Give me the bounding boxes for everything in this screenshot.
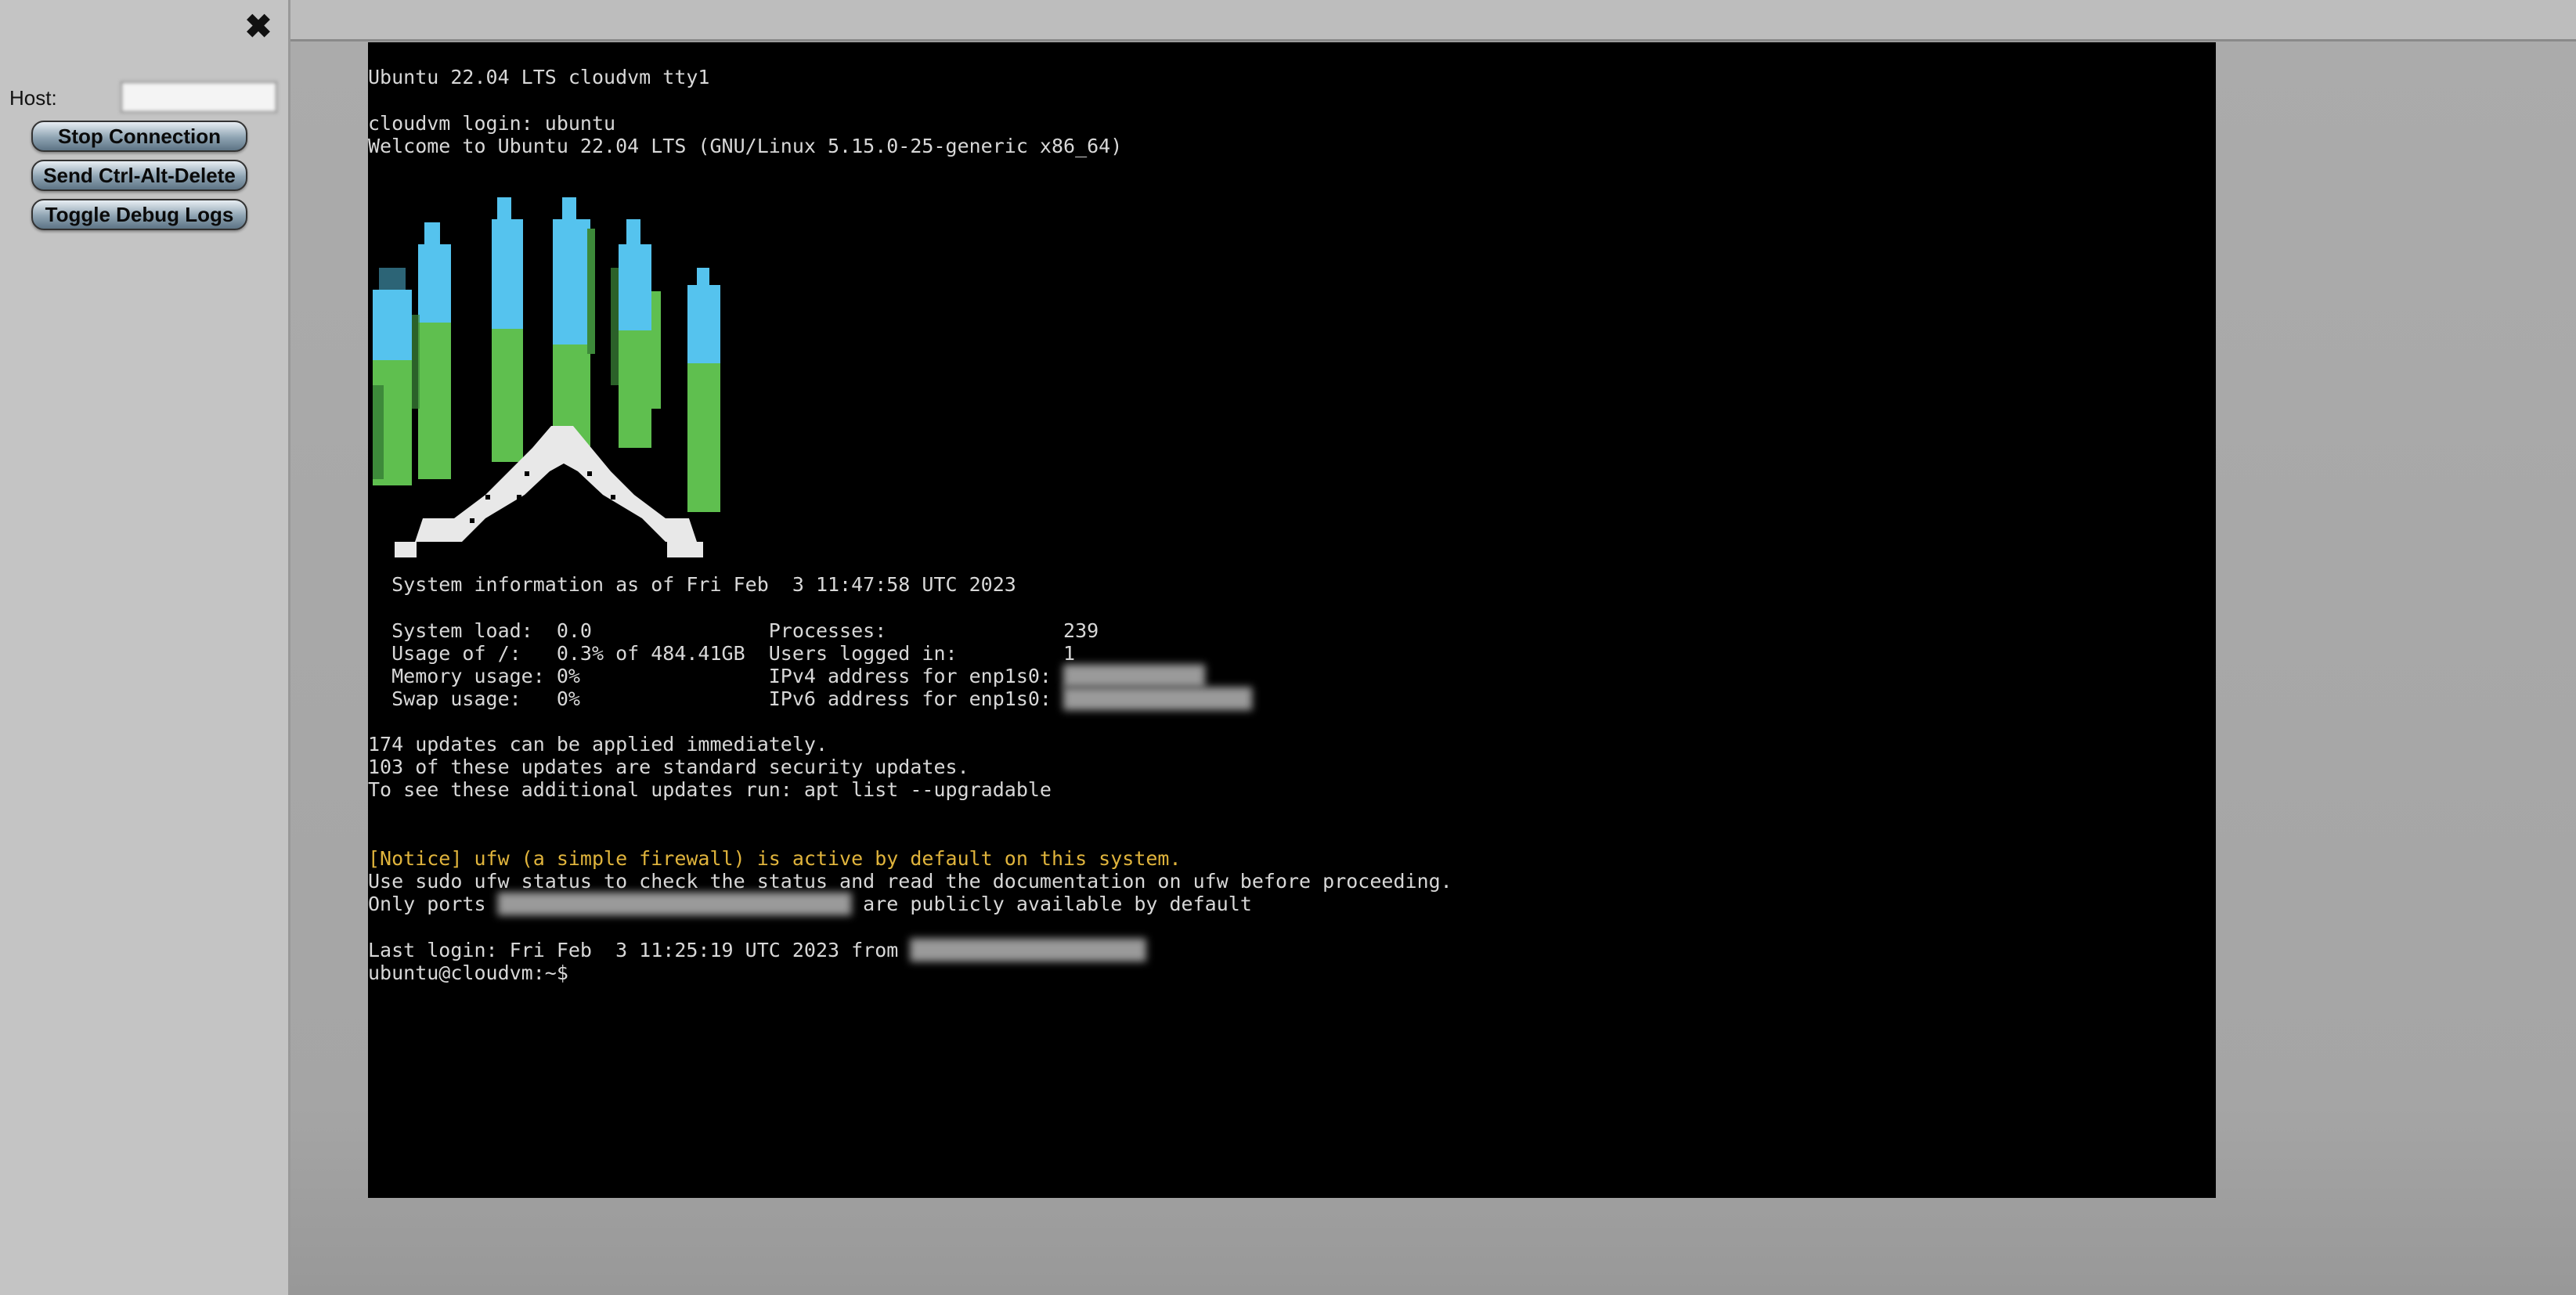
toggle-debug-logs-button[interactable]: Toggle Debug Logs (31, 199, 247, 230)
sysinfo-line: System information as of Fri Feb 3 11:47… (368, 573, 1016, 596)
updates-line-3: To see these additional updates run: apt… (368, 778, 1052, 801)
last-login-text: Last login: Fri Feb 3 11:25:19 UTC 2023 … (368, 939, 911, 961)
stop-connection-button[interactable]: Stop Connection (31, 121, 247, 152)
control-panel: ✖ Host: Stop Connection Send Ctrl-Alt-De… (0, 0, 290, 1295)
ufw-line: Use sudo ufw status to check the status … (368, 870, 1452, 893)
swap-text: Swap usage: 0% IPv6 address for enp1s0: (368, 687, 1064, 710)
ports-prefix: Only ports (368, 893, 498, 915)
top-bar (290, 0, 2576, 41)
updates-line-1: 174 updates can be applied immediately. (368, 733, 828, 756)
usage-line: Usage of /: 0.3% of 484.41GB Users logge… (368, 642, 1076, 665)
send-ctrl-alt-delete-button[interactable]: Send Ctrl-Alt-Delete (31, 160, 247, 191)
ports-line: Only ports █████████████████████████████… (368, 893, 1252, 915)
login-line: cloudvm login: ubuntu (368, 112, 616, 135)
close-icon[interactable]: ✖ (243, 10, 274, 43)
ports-suffix: are publicly available by default (851, 893, 1252, 915)
swap-line: Swap usage: 0% IPv6 address for enp1s0: … (368, 687, 1252, 710)
host-label: Host: (9, 86, 57, 110)
updates-line-2: 103 of these updates are standard securi… (368, 756, 969, 778)
ports-redacted: ██████████████████████████████ (497, 893, 852, 915)
shell-prompt[interactable]: ubuntu@cloudvm:~$ (368, 961, 568, 984)
firewall-notice-line: [Notice] ufw (a simple firewall) is acti… (368, 847, 1182, 870)
login-origin-redacted: ████████████████████ (910, 939, 1146, 961)
ubuntu-logo-art (373, 197, 720, 557)
last-login-line: Last login: Fri Feb 3 11:25:19 UTC 2023 … (368, 939, 1145, 961)
memory-text: Memory usage: 0% IPv4 address for enp1s0… (368, 665, 1064, 687)
ipv4-redacted: ████████████ (1063, 665, 1205, 687)
remote-console-screen[interactable]: Ubuntu 22.04 LTS cloudvm tty1 cloudvm lo… (368, 42, 2216, 1198)
console-header: Ubuntu 22.04 LTS cloudvm tty1 (368, 66, 710, 88)
memory-line: Memory usage: 0% IPv4 address for enp1s0… (368, 665, 1205, 687)
host-input[interactable] (121, 81, 277, 113)
ipv6-redacted: ████████████████ (1063, 687, 1252, 710)
system-load-line: System load: 0.0 Processes: 239 (368, 619, 1099, 642)
